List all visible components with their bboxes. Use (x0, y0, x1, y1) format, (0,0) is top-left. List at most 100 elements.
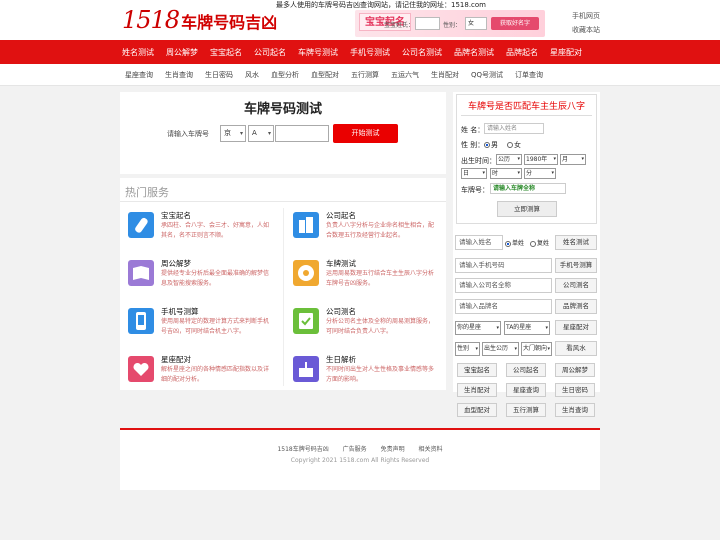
male-radio[interactable]: 男 (484, 140, 498, 150)
grid-button[interactable]: 星座查询 (506, 383, 546, 397)
female-radio[interactable]: 女 (507, 140, 521, 150)
subnav-item[interactable]: 生日密码 (205, 70, 233, 80)
service-card-phone[interactable]: 手机号测算 使用周易特定的数理计算方式来判断手机号吉凶，可同时结合机主八字。 (120, 302, 278, 348)
start-test-button[interactable]: 开始测试 (333, 124, 398, 143)
nav-item[interactable]: 星座配对 (550, 47, 582, 58)
minute-select[interactable]: 分 ▾ (524, 168, 556, 179)
service-card-company-test[interactable]: 公司测名 分析公司名主体及全称的周易测算服务，可同时结合负责人八字。 (285, 302, 443, 348)
footer-link[interactable]: 相关资料 (419, 446, 443, 453)
nav-item[interactable]: 公司起名 (254, 47, 286, 58)
bookmark-link[interactable]: 收藏本站 (572, 23, 600, 37)
ta-sign-select[interactable]: TA的星座 ▾ (504, 321, 550, 335)
hot-services-panel: 热门服务 宝宝起名 承四柱、合八字、会三才、好寓意，人如其名，名不正则言不顺。 … (120, 178, 446, 390)
calendar-value: 公历 (498, 156, 511, 163)
service-card-dream[interactable]: 周公解梦 提供经专业分析后最全面最准确的解梦信息及智能搜索服务。 (120, 254, 278, 300)
banner-get-name-button[interactable]: 获取好名字 (491, 17, 539, 30)
chevron-down-icon: ▾ (482, 170, 485, 176)
nav-item[interactable]: 品牌名测试 (454, 47, 494, 58)
footer-link[interactable]: 广告服务 (343, 446, 367, 453)
ta-sign-value: TA的星座 (506, 324, 532, 331)
main-nav: 姓名测试 周公解梦 宝宝起名 公司起名 车牌号测试 手机号测试 公司名测试 品牌… (122, 40, 594, 64)
grid-button[interactable]: 宝宝起名 (457, 363, 497, 377)
quick-brand-input[interactable]: 请输入品牌名 (455, 299, 552, 314)
sub-nav: 星座查询 生肖查询 生日密码 风水 血型分析 血型配对 五行测算 五运六气 生肖… (125, 64, 555, 86)
nav-item[interactable]: 品牌起名 (506, 47, 538, 58)
fengshui-button[interactable]: 看风水 (555, 341, 597, 356)
baby-name-banner[interactable]: 宝宝起名 宝宝姓氏： 性别： 女 获取好名字 (355, 10, 545, 37)
service-name: 周公解梦 (161, 259, 191, 268)
your-sign-select[interactable]: 你的星座 ▾ (455, 321, 501, 335)
subnav-item[interactable]: 风水 (245, 70, 259, 80)
nav-item[interactable]: 宝宝起名 (210, 47, 242, 58)
fengshui-gender-select[interactable]: 性别 ▾ (455, 342, 480, 356)
nav-item[interactable]: 周公解梦 (166, 47, 198, 58)
subnav-item[interactable]: 血型配对 (311, 70, 339, 80)
footer-link[interactable]: 免责声明 (381, 446, 405, 453)
subnav-item[interactable]: 五运六气 (391, 70, 419, 80)
subnav-item[interactable]: 订单查询 (515, 70, 543, 80)
phone-test-button[interactable]: 手机号测算 (555, 258, 597, 273)
grid-button[interactable]: 生肖查询 (555, 403, 595, 417)
service-desc: 负责人八字分析与企业命名相生相合，配合数理五行及经营行业起名。 (326, 222, 435, 239)
service-desc: 分析公司名主体及全称的周易测算服务，可同时结合负责人八字。 (326, 318, 435, 335)
subnav-item[interactable]: 生肖配对 (431, 70, 459, 80)
grid-button[interactable]: 生肖配对 (457, 383, 497, 397)
year-select[interactable]: 1980年 ▾ (524, 154, 558, 165)
subnav-item[interactable]: 五行测算 (351, 70, 379, 80)
subnav-item[interactable]: 生肖查询 (165, 70, 193, 80)
quick-name-input[interactable]: 请输入姓名 (455, 235, 503, 250)
bazi-plate-input[interactable]: 请输入车牌全称 (490, 183, 566, 194)
service-card-plate[interactable]: 车牌测试 运用周易数理五行结合车主生辰八字分析车牌号吉凶服务。 (285, 254, 443, 300)
plate-test-title: 车牌号码测试 (243, 102, 322, 117)
brand-test-button[interactable]: 品牌测名 (555, 299, 597, 314)
service-card-birthday[interactable]: 生日解析 不同时间出生对人生性格及事业情感等多方面的影响。 (285, 350, 443, 396)
month-select[interactable]: 月 ▾ (560, 154, 586, 165)
subnav-item[interactable]: QQ号测试 (471, 70, 503, 80)
province-select[interactable]: 京 ▾ (220, 125, 246, 142)
grid-button[interactable]: 公司起名 (506, 363, 546, 377)
service-card-baby-name[interactable]: 宝宝起名 承四柱、合八字、会三才、好寓意，人如其名，名不正则言不顺。 (120, 206, 278, 252)
year-value: 1980年 (526, 156, 548, 163)
grid-button[interactable]: 血型配对 (457, 403, 497, 417)
day-select[interactable]: 日 ▾ (461, 168, 487, 179)
grid-button[interactable]: 周公解梦 (555, 363, 595, 377)
double-surname-radio[interactable]: 复姓 (530, 238, 549, 247)
birth-year-select[interactable]: 出生公历 ▾ (482, 342, 519, 356)
grid-button[interactable]: 五行测算 (506, 403, 546, 417)
service-name: 生日解析 (326, 355, 356, 364)
name-label: 姓 名： (461, 126, 485, 134)
nav-item[interactable]: 姓名测试 (122, 47, 154, 58)
mobile-link[interactable]: 手机网页 (572, 9, 600, 23)
single-surname-radio[interactable]: 单姓 (505, 238, 524, 247)
grid-button[interactable]: 生日密码 (555, 383, 595, 397)
brand-test-row: 请输入品牌名 品牌测名 (455, 297, 598, 317)
hot-services-title: 热门服务 (125, 186, 169, 199)
book-icon (128, 260, 154, 286)
subnav-item[interactable]: 星座查询 (125, 70, 153, 80)
door-direction-select[interactable]: 大门朝向 ▾ (521, 342, 552, 356)
plate-number-input[interactable] (275, 125, 329, 142)
quick-phone-input[interactable]: 请输入手机号码 (455, 258, 552, 273)
quick-company-input[interactable]: 请输入公司名全称 (455, 278, 552, 293)
hour-select[interactable]: 时 ▾ (490, 168, 522, 179)
bazi-name-input[interactable]: 请输入姓名 (484, 123, 544, 134)
name-test-button[interactable]: 姓名测试 (555, 235, 597, 250)
calculate-button[interactable]: 立即测算 (497, 201, 557, 217)
fengshui-row: 性别 ▾ 出生公历 ▾ 大门朝向 ▾ 看风水 (455, 339, 598, 359)
letter-select[interactable]: A ▾ (248, 125, 274, 142)
calendar-select[interactable]: 公历 ▾ (496, 154, 522, 165)
company-test-button[interactable]: 公司测名 (555, 278, 597, 293)
nav-item[interactable]: 公司名测试 (402, 47, 442, 58)
name-test-row: 请输入姓名 单姓 复姓 姓名测试 (455, 233, 598, 253)
nav-item[interactable]: 车牌号测试 (298, 47, 338, 58)
footer-link[interactable]: 1518车牌号码吉凶 (277, 446, 328, 453)
site-logo[interactable]: 1518 车牌号码吉凶 (122, 6, 277, 34)
zodiac-match-button[interactable]: 星座配对 (555, 320, 597, 335)
subnav-item[interactable]: 血型分析 (271, 70, 299, 80)
nav-item[interactable]: 手机号测试 (350, 47, 390, 58)
service-card-company-name[interactable]: 公司起名 负责人八字分析与企业命名相生相合，配合数理五行及经营行业起名。 (285, 206, 443, 252)
banner-gender-select[interactable]: 女 (465, 17, 487, 30)
banner-surname-input[interactable] (415, 17, 440, 30)
service-card-zodiac[interactable]: 星座配对 解析星座之间的各种情感匹配指数以及详细的配对分析。 (120, 350, 278, 396)
bazi-title: 车牌号是否匹配车主生辰八字 (467, 102, 585, 112)
